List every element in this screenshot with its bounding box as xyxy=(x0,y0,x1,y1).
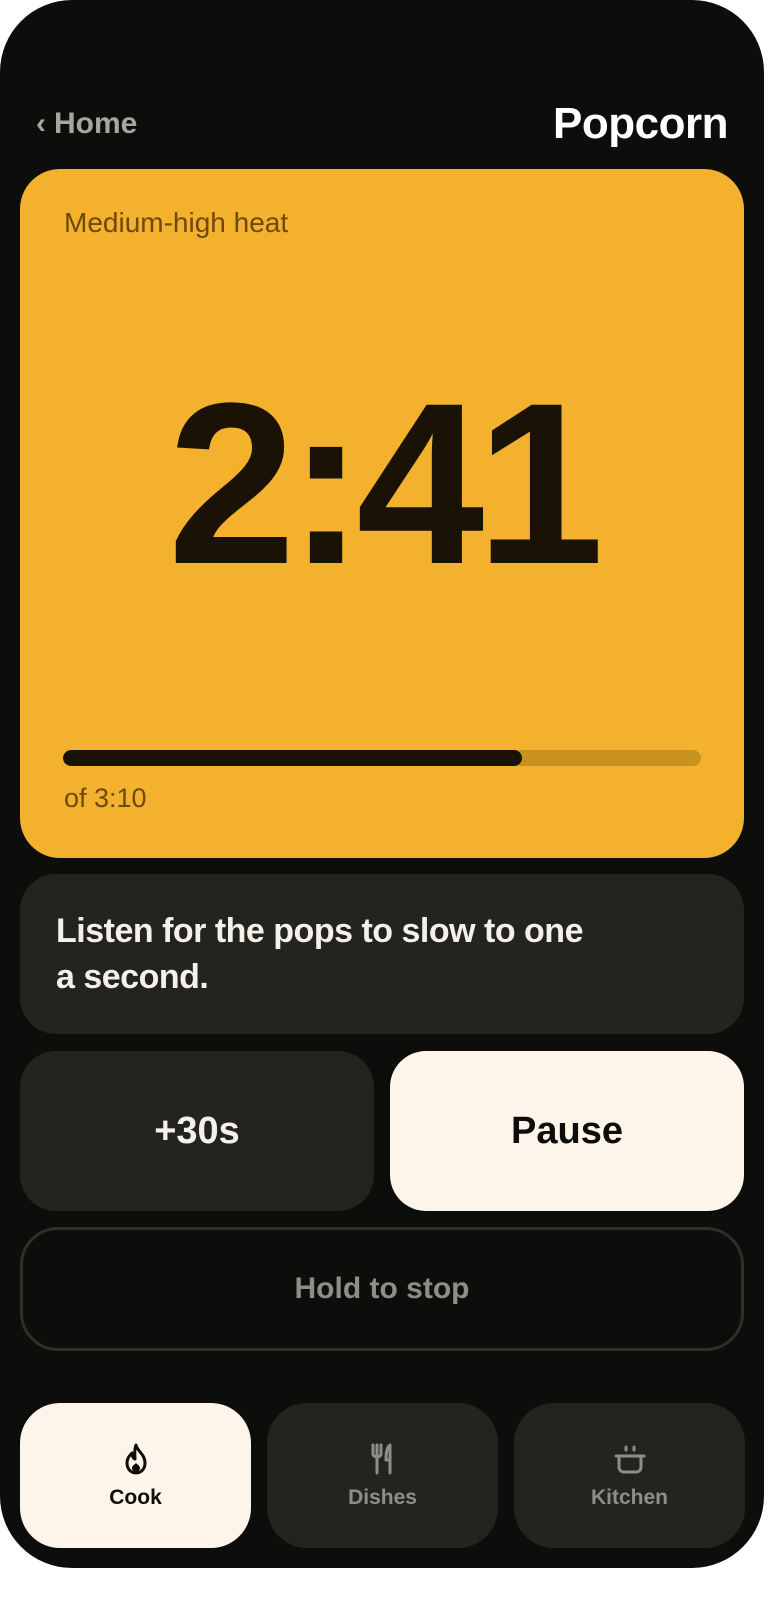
pot-icon xyxy=(614,1445,645,1473)
fork-knife-icon xyxy=(371,1443,391,1474)
nav-item-kitchen[interactable]: Kitchen xyxy=(514,1403,745,1548)
app-screen: ‹ Home Popcorn Medium-high heat 2:41 of … xyxy=(0,0,764,1568)
pause-button[interactable]: Pause xyxy=(390,1051,744,1211)
add-30s-button[interactable]: +30s xyxy=(20,1051,374,1211)
timer-card: Medium-high heat 2:41 of 3:10 xyxy=(20,169,744,858)
nav-label-dishes: Dishes xyxy=(348,1485,417,1509)
nav-item-dishes[interactable]: Dishes xyxy=(267,1403,498,1548)
progress-fill xyxy=(63,750,523,766)
nav-label-kitchen: Kitchen xyxy=(590,1485,668,1509)
hold-to-stop-button[interactable]: Hold to stop xyxy=(20,1227,744,1351)
nav-label-cook: Cook xyxy=(109,1485,162,1509)
total-time-label: of 3:10 xyxy=(64,783,147,813)
header: ‹ Home Popcorn xyxy=(36,96,728,152)
tip-text: Listen for the pops to slow to one a sec… xyxy=(56,912,583,996)
progress-bar xyxy=(63,750,701,766)
flame-icon xyxy=(125,1443,146,1474)
page-title: Popcorn xyxy=(553,99,728,148)
back-button[interactable]: ‹ Home xyxy=(36,107,137,141)
heat-label: Medium-high heat xyxy=(64,207,289,238)
time-remaining: 2:41 xyxy=(167,355,604,612)
back-label: Home xyxy=(54,107,138,140)
chevron-left-icon: ‹ xyxy=(36,107,46,140)
tip-card: Listen for the pops to slow to one a sec… xyxy=(20,874,744,1034)
nav-item-cook[interactable]: Cook xyxy=(20,1403,251,1548)
